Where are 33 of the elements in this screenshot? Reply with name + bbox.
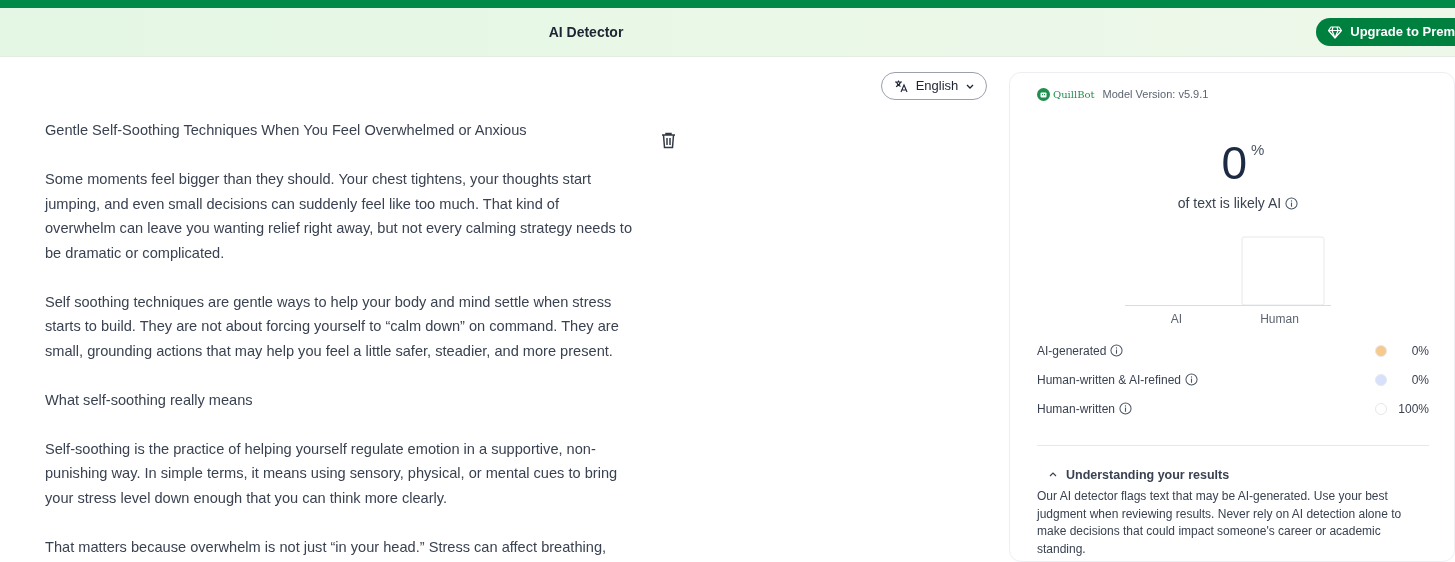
legend-value: 0% [1410,342,1429,360]
page-title: AI Detector [548,22,624,42]
legend-value: 0% [1410,371,1429,389]
editor-paragraph: That matters because overwhelm is not just “in your head.” Stress can affect breathing, [45,537,608,557]
chevron-icon [1048,472,1057,478]
ai-score: 0 [1221,138,1248,187]
diamond-icon [1328,25,1343,39]
legend-label: Human-written [1036,399,1132,418]
translate-icon [893,79,908,93]
editor-paragraph: Some moments feel bigger than they should. Your chest tightens, your thoughts start jumping, and even small decisions can suddenly feel like too much. That kind of overwhelm can leave you wanting relief right away, but not every calming strategy needs to be dramatic or complicated. [45,170,633,263]
understanding-text: Our AI detector flags text that may be AI-generated. Use your best judgment when reviewing results. Never rely on AI detection alone to make decisions that could impact someone's career or academic standing. [1036,488,1403,558]
trash-icon[interactable] [661,132,676,149]
info-icon[interactable] [1119,401,1132,415]
info-icon[interactable] [1285,196,1299,210]
editor-paragraph: What self-soothing really means [45,390,254,410]
score-unit: % [1251,139,1265,160]
legend-value: 100% [1397,400,1429,418]
caret-icon [966,83,975,89]
legend-label: AI-generated [1036,341,1124,360]
brand-logo: QuillBot [1036,86,1095,102]
robot-icon [1036,87,1050,101]
info-icon[interactable] [1110,343,1124,357]
score-caption: of text is likely AI [1177,192,1299,214]
editor-paragraph: Gentle Self-Soothing Techniques When You Feel Overwhelmed or Anxious [45,121,528,140]
understanding-toggle[interactable]: Understanding your results [1048,465,1230,485]
editor-paragraph: Self soothing techniques are gentle ways to help your body and mind settle when stress starts to build. They are not about forcing yourself to “calm down” on command. They are small, grounding actions that may help you feel a little safer, steadier, and more present. [45,292,620,361]
editor-paragraph: Self-soothing is the practice of helping yourself regulate emotion in a supportive, non-punishing way. In simple terms, it means using sensory, physical, or mental cues to bring your stress level down enough that you can think more clearly. [45,439,619,508]
legend-label: Human-written & AI-refined [1036,370,1199,389]
model-version: Model Version: v5.9.1 [1102,87,1209,102]
chart-label: AI [1170,310,1183,328]
upgrade-button[interactable]: Upgrade to Prem [1316,18,1455,46]
info-icon[interactable] [1185,372,1199,386]
chart-label: Human [1260,310,1299,328]
